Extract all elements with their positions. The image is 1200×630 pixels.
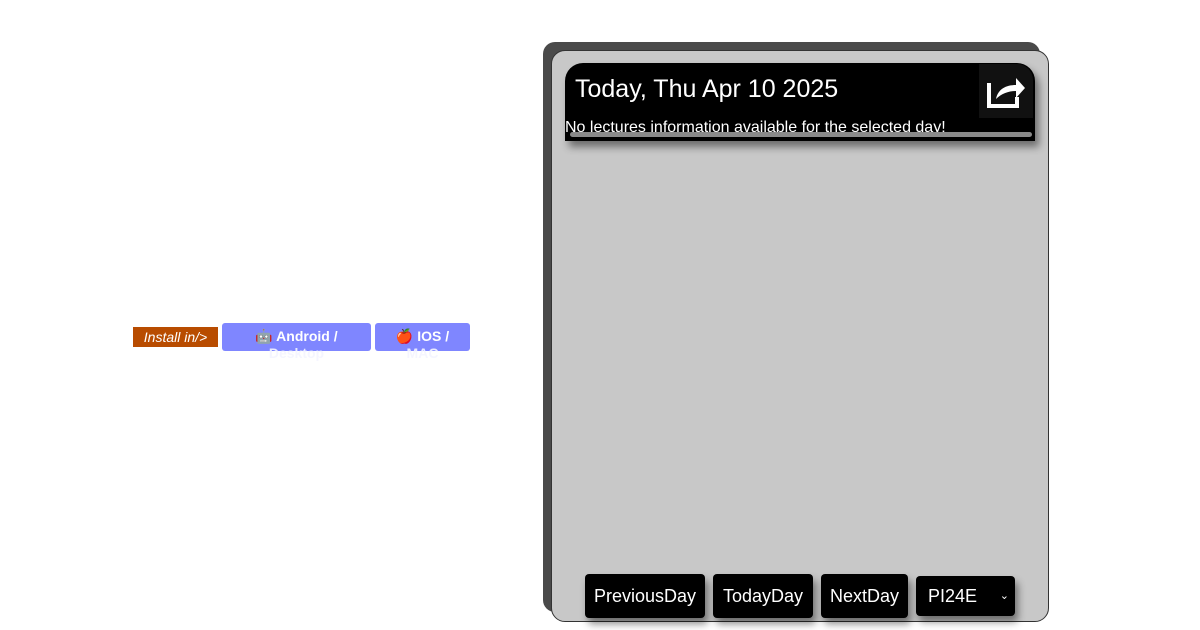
- install-label: Install in/>: [133, 327, 218, 347]
- horizontal-scrollbar[interactable]: [570, 132, 1032, 137]
- chevron-down-icon: ⌄: [999, 590, 1009, 602]
- next-day-button[interactable]: NextDay: [821, 574, 908, 618]
- today-button[interactable]: TodayDay: [713, 574, 813, 618]
- group-select[interactable]: PI24E ⌄: [916, 576, 1015, 616]
- previous-day-button[interactable]: PreviousDay: [585, 574, 705, 618]
- share-icon: [987, 78, 1025, 108]
- ios-sub-label: MAC: [406, 345, 439, 361]
- ios-label: 🍎 IOS /: [395, 328, 450, 344]
- date-title: Today, Thu Apr 10 2025: [575, 75, 839, 103]
- group-select-value: PI24E: [928, 586, 978, 606]
- install-android-button[interactable]: 🤖 Android / Desktop: [222, 323, 371, 361]
- install-ios-button[interactable]: 🍎 IOS / MAC: [375, 323, 470, 361]
- share-button[interactable]: [979, 64, 1033, 118]
- schedule-header: Today, Thu Apr 10 2025 No lectures infor…: [565, 63, 1035, 141]
- android-sub-label: Desktop: [268, 345, 325, 361]
- android-label: 🤖 Android /: [255, 328, 338, 344]
